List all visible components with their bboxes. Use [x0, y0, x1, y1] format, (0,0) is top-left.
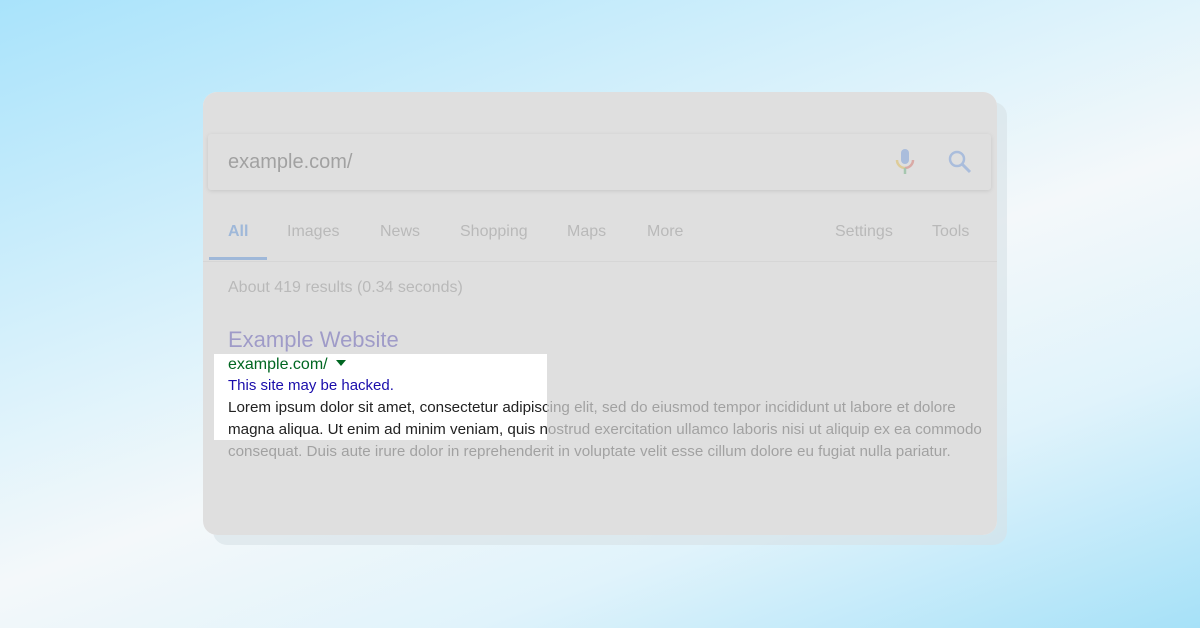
- search-input[interactable]: example.com/: [228, 151, 353, 174]
- tab-news[interactable]: News: [380, 223, 420, 241]
- search-results-card: example.com/ All Images News Shopping Ma…: [203, 92, 997, 535]
- dropdown-caret-icon[interactable]: [335, 360, 346, 366]
- microphone-icon[interactable]: [894, 148, 916, 176]
- result-snippet: Lorem ipsum dolor sit amet, consectetur …: [228, 399, 982, 460]
- search-icon[interactable]: [946, 148, 974, 176]
- tab-all[interactable]: All: [228, 223, 248, 241]
- result-url-text: example.com/: [228, 356, 328, 373]
- result-stats: About 419 results (0.34 seconds): [228, 279, 463, 296]
- tab-shopping[interactable]: Shopping: [460, 223, 528, 241]
- hacked-warning-link[interactable]: This site may be hacked.: [228, 377, 394, 394]
- result-url: example.com/: [228, 356, 346, 374]
- search-tabs: All Images News Shopping Maps More Setti…: [203, 220, 997, 262]
- tab-maps[interactable]: Maps: [567, 223, 606, 241]
- active-tab-indicator: [209, 257, 267, 260]
- search-box[interactable]: example.com/: [208, 134, 991, 190]
- tab-more[interactable]: More: [647, 223, 683, 241]
- tab-images[interactable]: Images: [287, 223, 339, 241]
- tab-settings[interactable]: Settings: [835, 223, 893, 241]
- tab-tools[interactable]: Tools: [932, 223, 969, 241]
- result-title-link[interactable]: Example Website: [228, 327, 399, 353]
